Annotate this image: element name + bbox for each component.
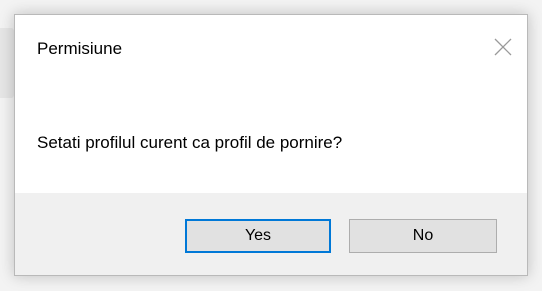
screen: Permisiune Setati profilul curent ca pro… — [0, 0, 542, 291]
dialog-message: Setati profilul curent ca profil de porn… — [37, 133, 343, 152]
permission-dialog: Permisiune Setati profilul curent ca pro… — [14, 14, 528, 276]
close-button[interactable] — [489, 33, 517, 61]
dialog-title: Permisiune — [37, 39, 123, 58]
close-icon — [489, 33, 517, 61]
yes-button[interactable]: Yes — [185, 219, 331, 253]
no-button[interactable]: No — [349, 219, 497, 253]
dialog-button-bar: Yes No — [15, 193, 527, 275]
dialog-title-bar[interactable]: Permisiune — [15, 15, 527, 75]
background-window-edge — [0, 28, 14, 98]
